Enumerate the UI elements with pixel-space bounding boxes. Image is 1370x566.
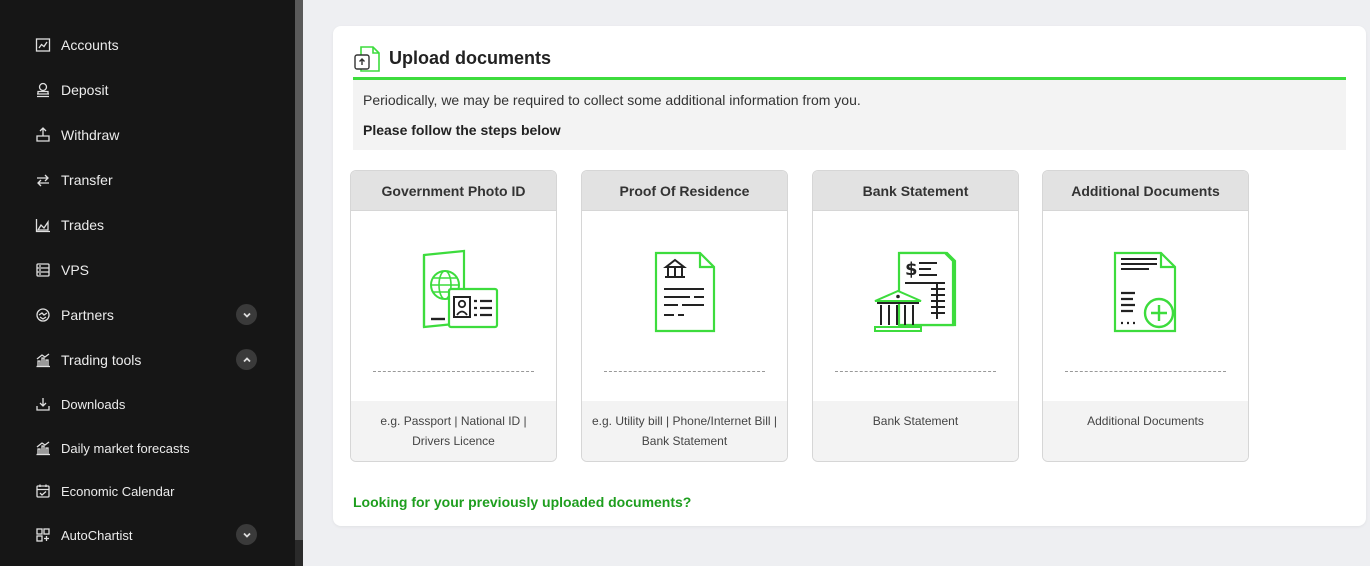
- dashed-divider: [604, 371, 765, 372]
- transfer-icon: [35, 172, 51, 188]
- deposit-icon: [35, 82, 51, 98]
- sidebar-item-label: Downloads: [61, 396, 126, 412]
- sidebar-item-deposit[interactable]: Deposit: [35, 78, 108, 102]
- intro-text: Periodically, we may be required to coll…: [363, 92, 861, 108]
- sidebar-item-label: Daily market forecasts: [61, 440, 190, 456]
- card-header: Upload documents: [353, 40, 1346, 80]
- dashed-divider: [1065, 371, 1226, 372]
- sidebar-item-trades[interactable]: Trades: [35, 213, 104, 237]
- sidebar-item-label: Deposit: [61, 82, 109, 98]
- sidebar-item-label: Trades: [61, 217, 105, 233]
- upload-documents-card: Upload documents Periodically, we may be…: [333, 26, 1366, 526]
- chevron-down-icon: [242, 532, 251, 538]
- document-card-government-photo-id[interactable]: Government Photo ID e.g. Passport | Nati…: [350, 170, 557, 462]
- sidebar-item-label: Withdraw: [61, 127, 120, 143]
- autochartist-expand-chevron[interactable]: [236, 524, 257, 545]
- document-card-footer: e.g. Utility bill | Phone/Internet Bill …: [582, 401, 787, 461]
- sidebar-item-downloads[interactable]: Downloads: [35, 392, 125, 416]
- sidebar-item-label: AutoChartist: [61, 527, 133, 543]
- sidebar-item-label: VPS: [61, 262, 90, 278]
- document-card-footer: e.g. Passport | National ID | Drivers Li…: [351, 401, 556, 461]
- chevron-down-icon: [242, 312, 251, 318]
- sidebar-item-vps[interactable]: VPS: [35, 258, 89, 282]
- residence-document-icon: [640, 249, 730, 335]
- upload-document-icon: [354, 45, 380, 72]
- sidebar: Accounts Deposit Withdraw Transfer Trade…: [0, 0, 295, 566]
- sidebar-item-partners[interactable]: Partners: [35, 303, 114, 327]
- document-card-title: Government Photo ID: [351, 171, 556, 211]
- partners-expand-chevron[interactable]: [236, 304, 257, 325]
- sidebar-item-label: Trading tools: [61, 352, 142, 368]
- svg-text:$: $: [905, 259, 918, 280]
- sidebar-item-daily-market-forecasts[interactable]: Daily market forecasts: [35, 436, 190, 460]
- page-title: Upload documents: [389, 48, 552, 68]
- document-card-description: e.g. Passport | National ID | Drivers Li…: [380, 414, 527, 448]
- handshake-icon: [35, 307, 51, 323]
- sidebar-item-label: Accounts: [61, 37, 119, 53]
- document-card-description: Additional Documents: [1087, 414, 1204, 428]
- document-card-description: Bank Statement: [872, 414, 959, 428]
- document-card-footer: Additional Documents: [1043, 401, 1248, 461]
- document-card-title: Additional Documents: [1043, 171, 1248, 211]
- area-chart-icon: [35, 217, 51, 233]
- document-card-proof-of-residence[interactable]: Proof Of Residence e.g. Utility bill | P…: [581, 170, 788, 462]
- document-card-footer: Bank Statement: [813, 401, 1018, 461]
- trading-tools-collapse-chevron[interactable]: [236, 349, 257, 370]
- document-card-title: Bank Statement: [813, 171, 1018, 211]
- document-card-title: Proof Of Residence: [582, 171, 787, 211]
- document-card-bank-statement[interactable]: Bank Statement $ Bank Statement: [812, 170, 1019, 462]
- sidebar-item-economic-calendar[interactable]: Economic Calendar: [35, 479, 174, 503]
- bank-statement-icon: $: [871, 249, 961, 335]
- grid-plus-icon: [35, 527, 51, 543]
- sidebar-item-label: Economic Calendar: [61, 483, 175, 499]
- sidebar-item-transfer[interactable]: Transfer: [35, 168, 113, 192]
- sidebar-item-accounts[interactable]: Accounts: [35, 33, 119, 57]
- chart-icon: [35, 37, 51, 53]
- sidebar-scrollbar-thumb[interactable]: [295, 0, 303, 540]
- calendar-icon: [35, 483, 51, 499]
- dashed-divider: [835, 371, 996, 372]
- dashed-divider: [373, 371, 534, 372]
- info-box: Periodically, we may be required to coll…: [353, 80, 1346, 150]
- chevron-up-icon: [242, 356, 251, 362]
- sidebar-item-withdraw[interactable]: Withdraw: [35, 123, 119, 147]
- document-card-description: e.g. Utility bill | Phone/Internet Bill …: [592, 414, 777, 448]
- sidebar-item-label: Partners: [61, 307, 114, 323]
- sidebar-item-autochartist[interactable]: AutoChartist: [35, 523, 133, 547]
- sidebar-item-trading-tools[interactable]: Trading tools: [35, 348, 141, 372]
- add-document-icon: [1101, 249, 1191, 335]
- previous-documents-link[interactable]: Looking for your previously uploaded doc…: [353, 494, 691, 510]
- sidebar-item-label: Transfer: [61, 172, 113, 188]
- download-icon: [35, 396, 51, 412]
- document-card-additional-documents[interactable]: Additional Documents Additional Document…: [1042, 170, 1249, 462]
- passport-icon: [409, 249, 499, 335]
- server-icon: [35, 262, 51, 278]
- bar-chart-icon: [35, 440, 51, 456]
- sidebar-scrollbar[interactable]: [295, 0, 303, 566]
- steps-heading: Please follow the steps below: [363, 122, 561, 138]
- bar-chart-icon: [35, 352, 51, 368]
- withdraw-icon: [35, 127, 51, 143]
